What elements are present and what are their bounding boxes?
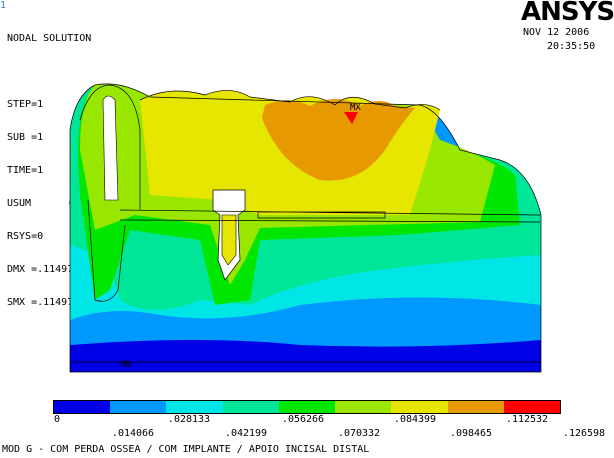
legend-swatch	[166, 401, 223, 413]
model-caption: MOD G - COM PERDA OSSEA / COM IMPLANTE /…	[2, 444, 370, 455]
contour-plot: MX MN	[69, 83, 542, 373]
legend-swatch	[447, 401, 504, 413]
legend-swatch	[110, 401, 167, 413]
legend-swatch	[391, 401, 448, 413]
legend-label: .056266	[281, 414, 325, 425]
contour-bands	[70, 83, 541, 372]
max-marker: MX	[350, 103, 361, 113]
color-legend	[53, 400, 561, 414]
legend-swatch	[335, 401, 392, 413]
legend-label: .070332	[337, 428, 381, 439]
implant-core	[221, 214, 237, 266]
min-marker: MN	[120, 360, 131, 370]
legend-label: .014066	[111, 428, 155, 439]
legend-swatch	[54, 401, 111, 413]
legend-label: .112532	[505, 414, 549, 425]
legend-label: .042199	[224, 428, 268, 439]
legend-label: .098465	[449, 428, 493, 439]
legend-label: .084399	[393, 414, 437, 425]
legend-label: .126598	[562, 428, 606, 439]
legend-swatch	[503, 401, 560, 413]
legend-label: 0	[53, 414, 61, 425]
legend-label: .028133	[167, 414, 211, 425]
legend-swatch	[278, 401, 336, 413]
legend-swatch	[222, 401, 279, 413]
